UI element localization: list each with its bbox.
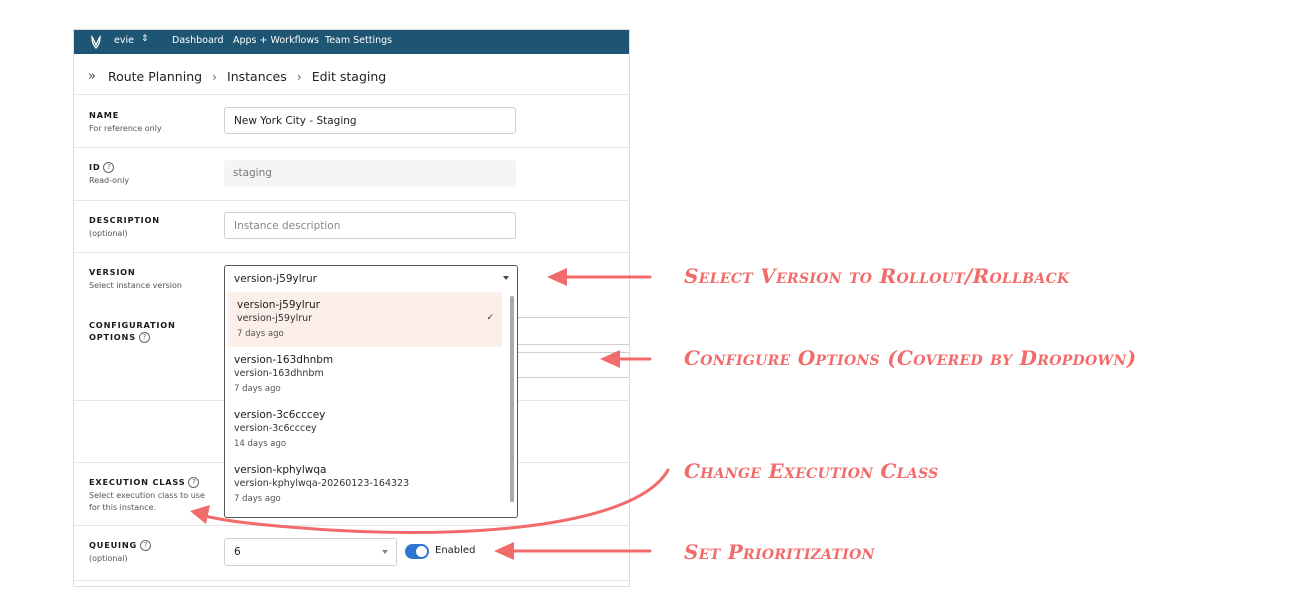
arrow-head xyxy=(547,268,567,286)
annotation-configure: Configure Options (Covered by Dropdown) xyxy=(684,346,1137,370)
annotation-arrows xyxy=(190,268,670,560)
annotation-prioritization: Set Prioritization xyxy=(684,540,875,564)
arrow-execution-class xyxy=(203,468,670,534)
arrow-head xyxy=(190,505,210,524)
annotation-execution-class: Change Execution Class xyxy=(684,459,939,483)
annotation-version: Select Version to Rollout/Rollback xyxy=(684,264,1070,288)
arrow-head xyxy=(600,350,620,368)
arrow-head xyxy=(494,542,514,560)
